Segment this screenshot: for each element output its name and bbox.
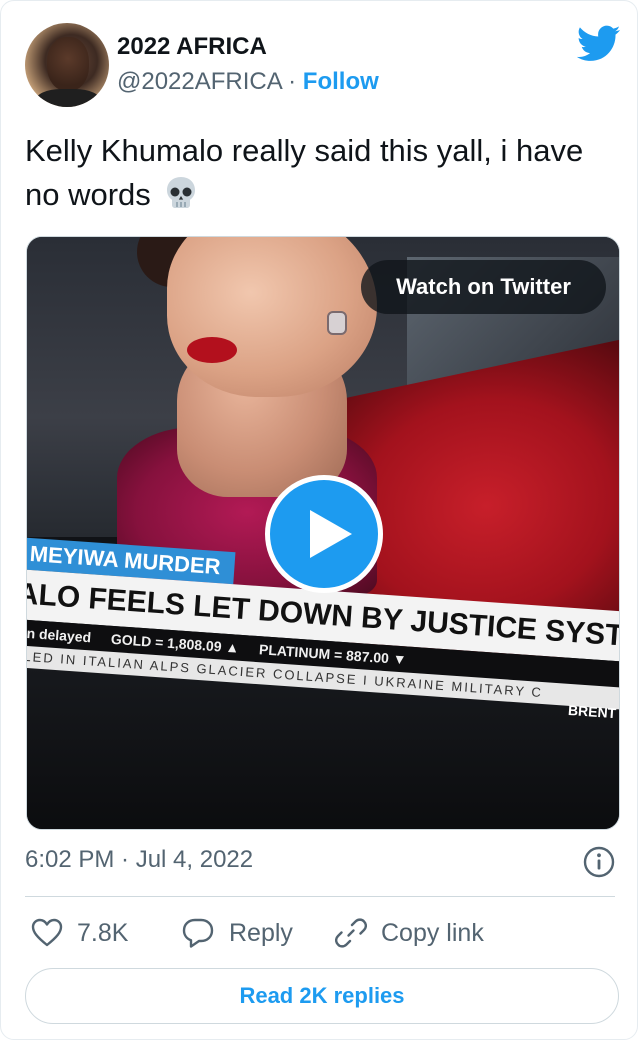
avatar[interactable] xyxy=(25,23,109,107)
info-icon[interactable] xyxy=(583,846,615,878)
twitter-bird-icon[interactable] xyxy=(577,25,621,63)
market-item: min delayed xyxy=(26,623,92,646)
author-display-name[interactable]: 2022 AFRICA xyxy=(117,33,267,61)
reply-bubble-icon xyxy=(182,918,214,948)
play-icon xyxy=(310,510,352,558)
author-handle[interactable]: @2022AFRICA xyxy=(117,68,281,95)
reply-label: Reply xyxy=(229,918,293,947)
like-count: 7.8K xyxy=(77,918,129,947)
tweet-actions: 7.8K Reply Copy link xyxy=(25,911,615,955)
link-icon xyxy=(335,918,367,948)
video-lips xyxy=(187,337,237,363)
author-handle-line: @2022AFRICA · Follow xyxy=(117,68,379,96)
watch-on-twitter-button[interactable]: Watch on Twitter xyxy=(361,260,606,314)
copy-link-button[interactable]: Copy link xyxy=(335,911,484,955)
read-replies-button[interactable]: Read 2K replies xyxy=(25,968,619,1024)
follow-link[interactable]: Follow xyxy=(303,68,379,95)
heart-icon xyxy=(31,918,63,947)
skull-icon xyxy=(167,177,196,208)
tweet-card: 2022 AFRICA @2022AFRICA · Follow Kelly K… xyxy=(0,0,638,1040)
tweet-text-body: Kelly Khumalo really said this yall, i h… xyxy=(25,133,584,212)
tweet-timestamp[interactable]: 6:02 PM · Jul 4, 2022 xyxy=(25,846,253,874)
like-button[interactable]: 7.8K xyxy=(31,911,128,955)
tweet-text: Kelly Khumalo really said this yall, i h… xyxy=(25,129,615,217)
divider xyxy=(25,896,615,897)
video-earring xyxy=(327,311,347,335)
avatar-face xyxy=(47,37,89,91)
copy-link-label: Copy link xyxy=(381,918,484,947)
handle-separator: · xyxy=(288,68,297,95)
avatar-shirt xyxy=(35,89,101,107)
news-brent-label: BRENT xyxy=(567,701,617,722)
play-button[interactable] xyxy=(265,475,383,593)
reply-button[interactable]: Reply xyxy=(181,911,293,955)
video-media[interactable]: MEYIWA MURDER ALO FEELS LET DOWN BY JUST… xyxy=(26,236,620,830)
market-item: GOLD = 1,808.09 ▲ xyxy=(110,630,240,656)
